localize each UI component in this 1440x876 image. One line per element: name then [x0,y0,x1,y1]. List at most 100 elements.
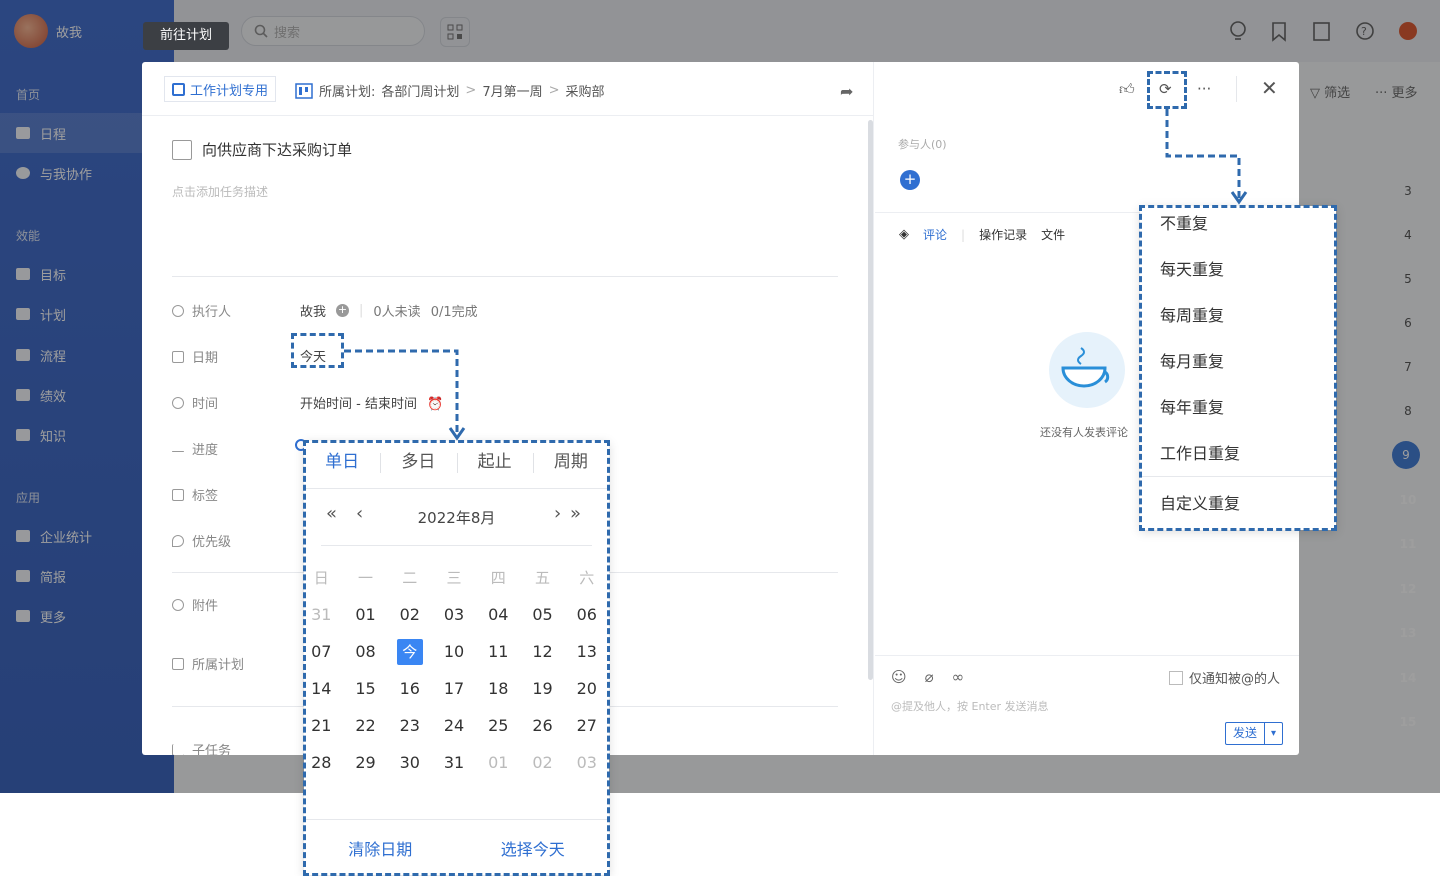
next-year-icon[interactable]: » [570,503,581,524]
layers-icon: ◈ [899,227,909,242]
date-cell[interactable]: 08 [343,642,388,661]
date-cell[interactable]: 01 [476,753,521,772]
date-cell[interactable]: 15 [343,679,388,698]
comment-input[interactable]: @提及他人，按 Enter 发送消息 [891,698,1049,714]
send-button[interactable]: 发送 [1226,723,1264,744]
goto-plan-button[interactable]: 前往计划 [143,22,229,50]
select-today-button[interactable]: 选择今天 [457,836,610,860]
alarm-icon[interactable]: ⏰ [427,397,443,412]
notify-checkbox[interactable] [1169,670,1183,685]
add-executor-icon[interactable]: + [336,304,350,317]
date-cell[interactable]: 31 [432,753,477,772]
repeat-option[interactable]: 每天重复 [1140,252,1336,298]
time-range: 开始时间 - 结束时间 [300,397,417,412]
priority-field-label: 优先级 [172,531,231,550]
weekday-label: 一 [358,569,374,587]
filter-button[interactable]: ▽ 筛选 [1310,82,1350,101]
weekday-label: 日 [313,569,329,587]
plan-type-tag[interactable]: 工作计划专用 [164,76,277,102]
tab-range[interactable]: 起止 [456,441,533,488]
participants-label: 参与人(0) [898,138,947,151]
task-complete-checkbox[interactable] [172,139,192,160]
share-icon[interactable]: ➦ [840,82,853,101]
add-participant-button[interactable]: + [900,170,920,190]
close-icon[interactable]: ✕ [1261,76,1278,100]
date-cell[interactable]: 19 [520,679,565,698]
breadcrumb-item[interactable]: 7月第一周 [482,81,542,100]
divider [1236,76,1237,102]
repeat-option[interactable]: 每月重复 [1140,344,1336,390]
more-options-icon[interactable]: ··· [1197,80,1211,98]
breadcrumb-item[interactable]: 各部门周计划 [381,81,459,100]
tab-activity-log[interactable]: 操作记录 [979,226,1027,243]
date-cell[interactable]: 03 [565,753,610,772]
date-cell[interactable]: 21 [299,716,344,735]
clear-date-button[interactable]: 清除日期 [304,836,457,860]
date-cell[interactable]: 22 [343,716,388,735]
date-cell[interactable]: 24 [432,716,477,735]
repeat-option[interactable]: 每周重复 [1140,298,1336,344]
date-cell[interactable]: 18 [476,679,521,698]
tab-comments[interactable]: 评论 [923,226,947,243]
date-cell[interactable]: 29 [343,753,388,772]
date-cell[interactable]: 10 [432,642,477,661]
notify-label: 仅通知被@的人 [1189,672,1281,687]
filter-label: 筛选 [1324,86,1351,101]
date-picker-footer: 清除日期 选择今天 [304,819,609,875]
date-cell[interactable]: 06 [565,605,610,624]
tab-cycle[interactable]: 周期 [532,441,609,488]
date-cell[interactable]: 01 [343,605,388,624]
tab-multi-day[interactable]: 多日 [380,441,456,488]
date-value[interactable]: 今天 [300,346,326,365]
scrollbar[interactable] [868,120,873,680]
bookmark-icon [172,488,184,501]
date-cell[interactable]: 03 [432,605,477,624]
today-date-cell[interactable]: 今 [388,638,433,665]
link-icon[interactable]: ∞ [952,668,965,686]
repeat-option[interactable]: 不重复 [1140,206,1336,252]
notify-mentioned-option[interactable]: 仅通知被@的人 [1169,668,1280,687]
subtask-field-label: 子任务 [172,740,231,755]
date-cell[interactable]: 05 [520,605,565,624]
chevron-down-icon[interactable]: ▾ [1264,723,1282,744]
date-cell[interactable]: 20 [565,679,610,698]
date-cell[interactable]: 02 [520,753,565,772]
repeat-option[interactable]: 每年重复 [1140,390,1336,436]
date-cell[interactable]: 13 [565,642,610,661]
executor-name[interactable]: 故我 [300,301,326,320]
paperclip-icon[interactable]: ⌀ [925,668,934,686]
task-description-input[interactable]: 点击添加任务描述 [172,183,268,200]
date-cell[interactable]: 04 [476,605,521,624]
date-cell[interactable]: 16 [388,679,433,698]
date-cell[interactable]: 02 [388,605,433,624]
date-cell[interactable]: 23 [388,716,433,735]
tab-single-day[interactable]: 单日 [304,441,380,488]
date-cell[interactable]: 14 [299,679,344,698]
date-cell[interactable]: 26 [520,716,565,735]
breadcrumb-item[interactable]: 采购部 [566,81,605,100]
date-cell[interactable]: 11 [476,642,521,661]
separator: | [359,303,364,318]
date-cell[interactable]: 12 [520,642,565,661]
date-cell[interactable]: 07 [299,642,344,661]
week-row: 31 01 02 03 04 05 06 [304,596,609,633]
date-cell[interactable]: 25 [476,716,521,735]
date-cell[interactable]: 28 [299,753,344,772]
date-cell[interactable]: 31 [299,605,344,624]
emoji-icon[interactable]: ☺ [891,668,907,686]
next-month-icon[interactable]: › [554,503,561,524]
repeat-option[interactable]: 自定义重复 [1140,477,1336,523]
repeat-icon[interactable]: ⟳ [1159,80,1172,98]
divider [321,545,592,546]
date-cell[interactable]: 27 [565,716,610,735]
more-button[interactable]: ··· 更多 [1375,82,1418,101]
thumbs-up-icon[interactable]: 👍︎ [1119,80,1135,99]
date-cell[interactable]: 30 [388,753,433,772]
week-row: 21 22 23 24 25 26 27 [304,707,609,744]
tab-files[interactable]: 文件 [1041,226,1065,243]
date-cell[interactable]: 17 [432,679,477,698]
task-title[interactable]: 向供应商下达采购订单 [202,139,352,160]
repeat-option[interactable]: 工作日重复 [1140,436,1336,476]
read-status: 0人未读 [373,305,421,320]
time-value[interactable]: 开始时间 - 结束时间 ⏰ [300,393,443,412]
